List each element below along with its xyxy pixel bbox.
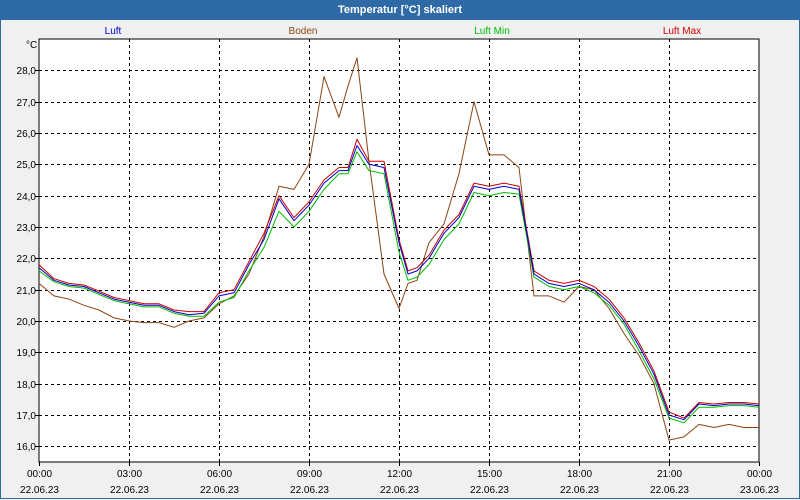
legend: Luft Boden Luft Min Luft Max [105,26,702,37]
y-tick-label: 21,0 [17,286,37,297]
y-tick-label: 24,0 [17,192,37,203]
x-tick-date-label: 22.06.23 [200,485,239,496]
legend-entry-luft-min: Luft Min [474,26,510,37]
x-tick-time-label: 15:00 [477,469,502,480]
x-tick-time-label: 06:00 [207,469,232,480]
x-tick-date-label: 22.06.23 [560,485,599,496]
y-tick-label: 17,0 [17,411,37,422]
x-tick-date-label: 22.06.23 [470,485,509,496]
y-tick-label: 28,0 [17,66,37,77]
y-tick-label: 26,0 [17,129,37,140]
y-tick-label: 23,0 [17,223,37,234]
y-tick-label: 18,0 [17,380,37,391]
y-axis-unit-label: °C [26,40,37,51]
x-tick-date-label: 23.06.23 [740,485,779,496]
y-tick-labels: 16,0 17,0 18,0 19,0 20,0 21,0 22,0 23,0 24,0 25,0… [17,66,37,453]
y-tick-label: 19,0 [17,348,37,359]
x-tick-date-label: 22.06.23 [650,485,689,496]
y-tick-label: 22,0 [17,254,37,265]
x-tick-date-label: 22.06.23 [20,485,59,496]
x-tick-time-label: 09:00 [297,469,322,480]
legend-entry-luft: Luft [105,26,122,37]
x-tick-time-label: 00:00 [27,469,52,480]
legend-entry-luft-max: Luft Max [663,26,701,37]
x-tick-date-label: 22.06.23 [110,485,149,496]
y-tick-label: 16,0 [17,442,37,453]
y-tick-label: 27,0 [17,98,37,109]
legend-entry-boden: Boden [289,26,318,37]
x-tick-time-label: 00:00 [747,469,772,480]
x-tick-time-label: 21:00 [657,469,682,480]
y-tick-label: 20,0 [17,317,37,328]
x-tick-date-label: 22.06.23 [380,485,419,496]
temperature-chart: °C 16,0 17,0 18,0 19,0 20,0 21,0 22,0 23,0 24,0 2… [17,26,780,496]
x-tick-time-label: 12:00 [387,469,412,480]
x-tick-labels: 00:00 22.06.23 03:00 22.06.23 06:00 22.06.23 0… [20,469,779,496]
y-tick-label: 25,0 [17,160,37,171]
x-tick-time-label: 18:00 [567,469,592,480]
x-tick-time-label: 03:00 [117,469,142,480]
x-tick-date-label: 22.06.23 [290,485,329,496]
